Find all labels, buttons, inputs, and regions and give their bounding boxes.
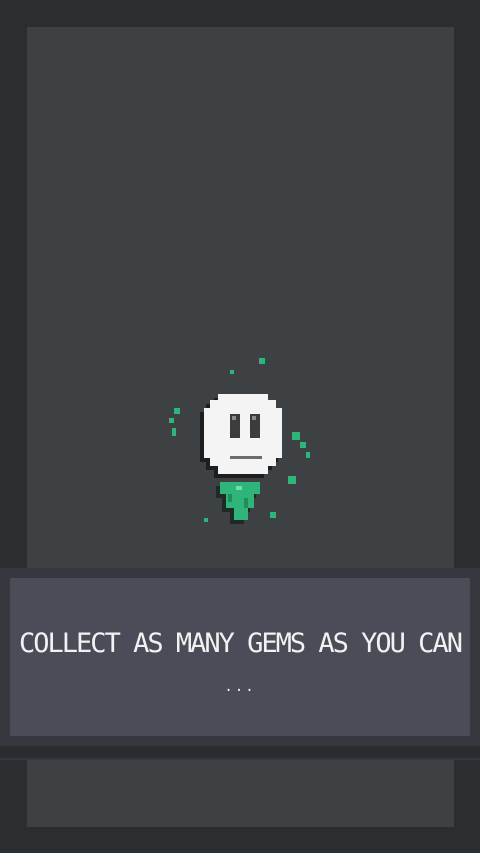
sparkle-particle <box>300 442 306 448</box>
sparkle-particle <box>169 418 174 423</box>
sparkle-particle <box>230 370 234 374</box>
sparkle-particle <box>174 408 180 414</box>
sparkle-particle <box>292 432 300 440</box>
face-icon <box>204 394 282 474</box>
sparkle-particle <box>172 428 176 436</box>
eye-glint <box>252 416 256 420</box>
continue-indicator: ... <box>224 679 256 695</box>
gem-highlight <box>236 486 242 490</box>
mouth-icon <box>230 456 262 459</box>
player-character <box>160 352 320 542</box>
sparkle-particle <box>204 518 208 522</box>
sparkle-particle <box>288 476 296 484</box>
gem-facet <box>228 494 232 502</box>
sparkle-particle <box>259 358 265 364</box>
eye-glint <box>232 416 236 420</box>
sparkle-particle <box>270 512 276 518</box>
tutorial-message: Collect as many gems as you can <box>19 628 463 659</box>
gem-facet <box>244 498 248 508</box>
game-frame: Collect as many gems as you can ... <box>0 0 480 853</box>
sparkle-particle <box>306 452 310 458</box>
tutorial-banner-edge <box>0 746 480 758</box>
